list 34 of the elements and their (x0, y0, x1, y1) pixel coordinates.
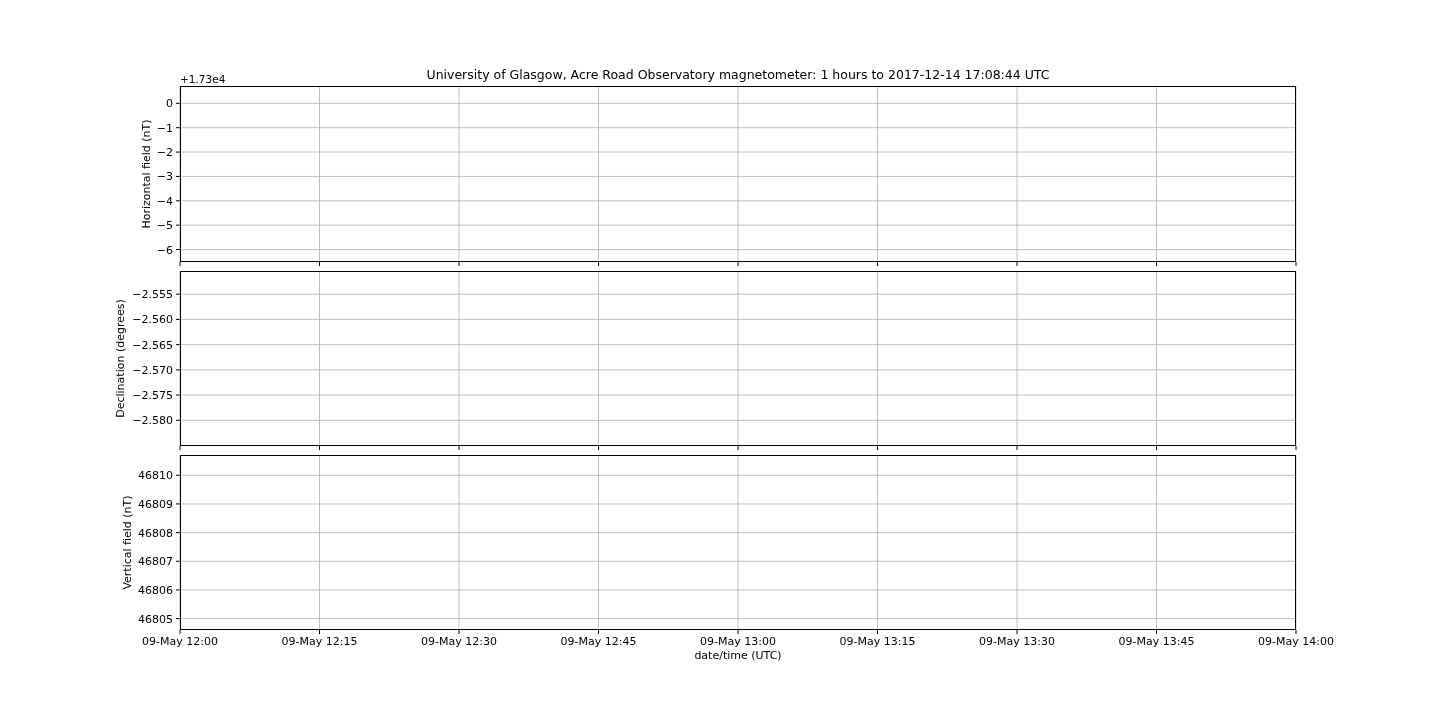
tick-label: 09-May 12:45 (560, 635, 637, 648)
axis-label: Horizontal field (nT) (140, 119, 153, 229)
tick-label: 0 (166, 97, 173, 111)
tick-label: 46807 (138, 555, 173, 569)
tick-label: 46810 (138, 469, 173, 483)
tick-label: −1 (156, 121, 173, 135)
tick-label: 09-May 14:00 (1258, 635, 1334, 648)
tick-label: −4 (156, 194, 173, 208)
tick-label: 09-May 12:00 (142, 635, 218, 648)
chart-title: University of Glasgow, Acre Road Observatory magnetometer: 1 hours to 2017-12-14 17:08:44 UTC (426, 66, 1050, 84)
tick-label: −2.565 (132, 338, 173, 352)
tick-label: −5 (156, 219, 173, 233)
tick-label: −2.580 (132, 414, 173, 428)
tick-label: 09-May 13:00 (700, 635, 776, 648)
tick-label: 09-May 13:45 (1118, 635, 1195, 648)
tick-label: −2.570 (132, 363, 173, 377)
tick-label: 09-May 13:15 (839, 635, 916, 648)
axis-label: Vertical field (nT) (120, 495, 134, 590)
tick-label: 09-May 12:15 (281, 635, 358, 648)
tick-label: 46808 (138, 526, 173, 540)
tick-label: −2.560 (132, 313, 173, 327)
tick-label: −2 (156, 146, 173, 160)
tick-label: 46809 (138, 497, 173, 511)
tick-label: −2.575 (132, 389, 173, 403)
tick-label: 46805 (138, 612, 173, 626)
axis-label: Declination (degrees) (114, 299, 127, 418)
tick-label: 09-May 13:30 (979, 635, 1055, 648)
tick-label: −6 (156, 243, 173, 257)
tick-label: −2.555 (132, 288, 173, 302)
offset-label: +1.73e4 (180, 73, 226, 85)
tick-label: 09-May 12:30 (421, 635, 497, 648)
tick-label: 46806 (138, 583, 173, 597)
axis-label: date/time (UTC) (694, 649, 782, 662)
tick-label: −3 (156, 170, 173, 184)
